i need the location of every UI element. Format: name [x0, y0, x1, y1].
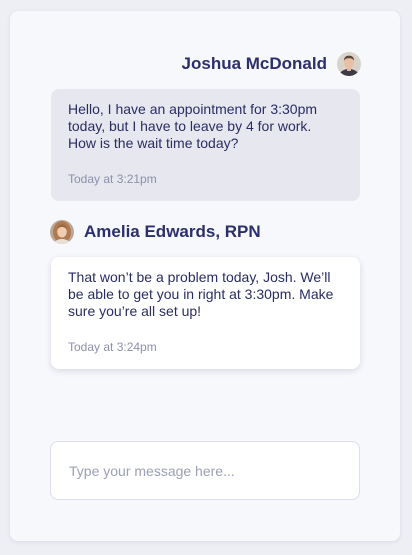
message-composer	[50, 441, 360, 500]
message-bubble-incoming: Hello, I have an appointment for 3:30pm …	[51, 89, 360, 201]
message-header-amelia: Amelia Edwards, RPN	[50, 219, 261, 245]
message-input[interactable]	[51, 442, 359, 499]
message-text: That won’t be a problem today, Josh. We’…	[68, 269, 334, 319]
joshua-avatar[interactable]	[337, 52, 361, 76]
message-timestamp: Today at 3:21pm	[68, 172, 157, 186]
message-bubble-outgoing: That won’t be a problem today, Josh. We’…	[51, 257, 360, 369]
message-header-joshua: Joshua McDonald	[182, 51, 361, 77]
chat-panel: Joshua McDonald Hello, I have an appoint…	[10, 11, 400, 541]
sender-name: Amelia Edwards, RPN	[84, 222, 261, 241]
amelia-avatar[interactable]	[50, 220, 74, 244]
message-timestamp: Today at 3:24pm	[68, 340, 157, 354]
sender-name: Joshua McDonald	[181, 54, 327, 73]
message-text: Hello, I have an appointment for 3:30pm …	[68, 101, 318, 151]
